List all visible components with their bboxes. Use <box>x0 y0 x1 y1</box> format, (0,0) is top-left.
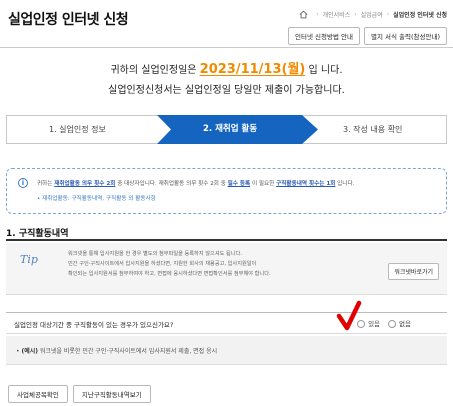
breadcrumb-separator-icon: › <box>316 11 319 18</box>
tip-text: 워크넷을 통해 입사지원을 한 경우 별도의 첨부파일을 등록하지 않으셔도 됩… <box>68 249 271 279</box>
question-text: 실업인정 대상기간 중 구직활동이 있는 경우가 있으신가요? <box>14 321 174 329</box>
notice-line-2: 실업인정신청서는 실업인정일 당일만 제출이 가능합니다. <box>108 85 345 96</box>
step-3-review: 3. 작성 내용 확인 <box>343 125 403 134</box>
step-indicator: 1. 실업인정 정보 2. 재취업 활동 3. 작성 내용 확인 <box>6 115 447 144</box>
step-2-label: 2. 재취업 활동 <box>203 124 258 134</box>
breadcrumb-separator-icon: › <box>354 11 357 18</box>
info-highlight-required: 필수 등록 <box>227 181 251 187</box>
recognition-date: 2023/11/13(월) <box>199 62 306 77</box>
job-activity-question: 실업인정 대상기간 중 구직활동이 있는 경우가 있으신가요? 있음 없음 <box>6 312 447 334</box>
notice-suffix: 입 니다. <box>308 65 343 76</box>
tip-line: 워크넷을 통해 입사지원을 한 경우 별도의 첨부파일을 등록하지 않으셔도 됩… <box>68 251 242 257</box>
bottom-button-group: 사업체공목확인 지난구직활동내역보기 <box>8 385 151 403</box>
radio-yes-label: 있음 <box>368 320 381 328</box>
info-text: 귀하는 <box>37 181 53 187</box>
example-box: • (예시) 워크넷을 비롯한 민간 구인·구직사이트에서 입사지원서 제출, … <box>6 336 447 365</box>
job-activity-radio-group: 있음 없음 <box>357 318 411 328</box>
notice-prefix: 귀하의 실업인정일은 <box>110 65 197 76</box>
info-text: 이 필요한 <box>251 181 275 187</box>
title-divider <box>0 47 453 48</box>
breadcrumb-item-personal[interactable]: 개인서비스 <box>323 10 351 19</box>
example-description: 워크넷을 비롯한 민간 구인·구직사이트에서 입사지원서 제출, 면접 응시 <box>39 348 218 355</box>
radio-no-label: 없음 <box>399 320 411 328</box>
tip-line: 민간 구인·구직사이트에서 입사지원을 하셨다면, 지원한 회사의 채용공고, … <box>68 261 257 267</box>
info-box: i 귀하는 재취업활동 의무 횟수 2회 중 대상자입니다. 재취업활동 의무 … <box>6 168 447 214</box>
past-activity-button[interactable]: 지난구직활동내역보기 <box>72 385 151 403</box>
info-text: 중 대상자입니다. 재취업활동 의무 횟수 2회 중 <box>117 181 226 187</box>
tip-line: 확인되는 입사지원서를 첨부하여야 하고, 면접에 응시하셨다면 면접확인서를 … <box>68 271 271 277</box>
info-icon: i <box>18 178 28 188</box>
step-1-info: 1. 실업인정 정보 <box>49 125 106 134</box>
home-icon[interactable] <box>299 10 308 19</box>
red-check-mark-icon <box>336 300 362 331</box>
radio-no[interactable] <box>388 320 397 328</box>
guide-button[interactable]: 인터넷 신청방법 안내 <box>288 27 360 45</box>
breadcrumb: › 개인서비스 › 실업급여 › 실업인정 인터넷 신청 <box>299 10 447 19</box>
breadcrumb-current: 실업인정 인터넷 신청 <box>393 12 447 19</box>
print-form-button[interactable]: 별지 서식 출력(참성안내) <box>363 27 447 45</box>
info-highlight-job-count: 구직활동내역 횟수는 1회 <box>276 181 336 187</box>
business-check-button[interactable]: 사업체공목확인 <box>8 385 68 403</box>
info-line-1: 귀하는 재취업활동 의무 횟수 2회 중 대상자입니다. 재취업활동 의무 횟수… <box>37 179 354 187</box>
info-line-2: • 재취업활동: 구직활동내역, 구직활동 외 활동사항 <box>37 196 156 202</box>
tip-icon: Tip <box>20 253 38 266</box>
example-text: • (예시) 워크넷을 비롯한 민간 구인·구직사이트에서 입사지원서 제출, … <box>16 348 218 355</box>
section-title: 1. 구직활동내역 <box>6 229 69 239</box>
info-text: 입니다. <box>337 181 355 187</box>
notice-line-1: 귀하의 실업인정일은 2023/11/13(월) 입 니다. <box>0 60 453 81</box>
top-button-group: 인터넷 신청방법 안내 별지 서식 출력(참성안내) <box>288 27 447 45</box>
worknet-link-button[interactable]: 워크넷바로가기 <box>388 263 439 280</box>
step-2-reemployment: 2. 재취업 활동 <box>157 115 318 144</box>
info-highlight-required-count: 재취업활동 의무 횟수 2회 <box>54 181 116 187</box>
section-divider <box>6 239 447 241</box>
radio-option-no[interactable]: 없음 <box>388 318 411 328</box>
tip-box: Tip 워크넷을 통해 입사지원을 한 경우 별도의 첨부파일을 등록하지 않으… <box>6 243 447 295</box>
breadcrumb-item-benefit[interactable]: 실업급여 <box>361 10 383 19</box>
page-title: 실업인정 인터넷 신청 <box>8 12 129 28</box>
example-label: (예시) <box>21 348 38 355</box>
notice-message: 귀하의 실업인정일은 2023/11/13(월) 입 니다. 실업인정신청서는 … <box>0 60 453 101</box>
breadcrumb-separator-icon: › <box>386 11 390 18</box>
